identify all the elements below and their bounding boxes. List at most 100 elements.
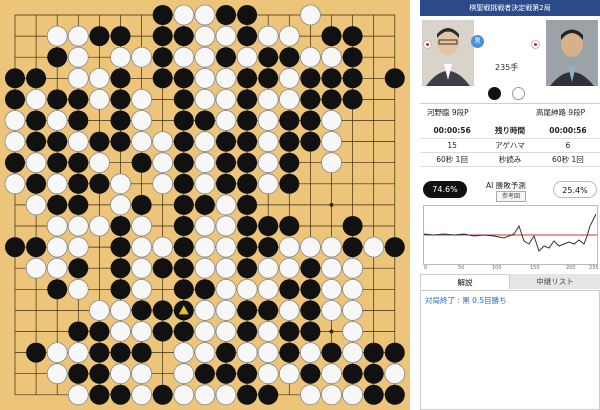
- white-stone: [321, 299, 342, 321]
- black-stone: [89, 131, 110, 152]
- axis-label: 200: [566, 265, 576, 271]
- black-stone: [5, 89, 25, 110]
- white-stone: [236, 46, 258, 68]
- white-stone: [131, 131, 153, 153]
- black-stone: [131, 300, 152, 321]
- white-captures: 6: [535, 138, 600, 153]
- white-stone: [321, 384, 342, 406]
- black-stone: [152, 68, 173, 89]
- black-stone: [237, 237, 258, 258]
- black-stone: [258, 216, 279, 236]
- player-info: 黒 235手: [420, 18, 600, 104]
- white-stone: [321, 131, 342, 153]
- white-stone: [194, 4, 216, 26]
- black-stone: [237, 321, 258, 342]
- black-stone: [110, 384, 131, 405]
- black-stone: [173, 216, 194, 236]
- black-stone: [173, 68, 194, 89]
- white-stone: [4, 173, 26, 195]
- black-stone: [173, 279, 194, 300]
- black-stone: [342, 89, 363, 110]
- white-stone: [131, 215, 153, 237]
- black-stone: [216, 363, 236, 384]
- black-stone: [216, 47, 236, 68]
- white-stone: [257, 342, 279, 364]
- turn-badge: 黒: [471, 35, 484, 48]
- black-stone: [173, 26, 194, 47]
- tab-bar: 解説 中継リスト: [420, 274, 600, 289]
- commentary-text: 対局終了 : 黒 0.5目勝ち: [425, 296, 507, 305]
- white-stone: [278, 89, 300, 110]
- white-stone: [299, 236, 321, 258]
- black-captures: 15: [420, 138, 485, 153]
- white-stone: [215, 194, 237, 216]
- white-stone: [25, 194, 47, 216]
- black-stone: [47, 279, 68, 300]
- black-stone: [173, 173, 194, 194]
- black-stone: [279, 321, 300, 342]
- black-stone: [194, 110, 215, 131]
- white-stone: [67, 67, 89, 89]
- white-stone: [131, 257, 153, 279]
- black-stone: [152, 300, 173, 321]
- black-stone: [89, 173, 110, 194]
- go-board[interactable]: [0, 0, 410, 410]
- black-stone: [131, 194, 152, 215]
- white-stone: [4, 131, 26, 153]
- black-stone: [194, 279, 215, 300]
- black-stone: [47, 152, 68, 173]
- white-stone: [257, 152, 279, 174]
- white-stone: [321, 152, 342, 174]
- black-stone: [237, 89, 258, 110]
- black-stone: [342, 216, 363, 236]
- axis-label: 0: [424, 265, 428, 271]
- black-stone: [110, 279, 131, 300]
- white-player-photo: [546, 20, 598, 86]
- white-stone: [321, 110, 342, 131]
- black-stone: [47, 89, 68, 110]
- white-stone: [131, 321, 153, 342]
- black-stone: [173, 237, 194, 258]
- black-stone: [68, 363, 89, 384]
- black-stone: [89, 321, 110, 342]
- white-stone: [110, 299, 131, 321]
- white-stone: [152, 152, 174, 174]
- black-stone: [89, 26, 110, 47]
- black-stone: [68, 321, 89, 342]
- black-stone: [258, 300, 279, 321]
- black-stone: [110, 110, 131, 131]
- black-stone: [384, 342, 405, 363]
- black-stone: [173, 110, 194, 131]
- black-stone: [363, 363, 384, 384]
- white-stone: [110, 321, 131, 342]
- white-stone: [152, 236, 174, 258]
- black-stone: [237, 216, 258, 236]
- stats-row-captures: 15 アゲハマ 6: [420, 138, 600, 153]
- black-stone: [321, 68, 342, 89]
- black-stone: [342, 68, 363, 89]
- stats-row-time: 00:00:56 残り時間 00:00:56: [420, 124, 600, 139]
- black-stone: [5, 152, 25, 173]
- white-stone: [215, 89, 237, 110]
- white-stone: [89, 67, 110, 89]
- white-stone: [194, 131, 216, 153]
- white-stone: [131, 46, 153, 68]
- black-stone: [258, 237, 279, 258]
- black-stone: [279, 342, 300, 363]
- white-stone: [89, 152, 110, 174]
- reference-button[interactable]: 参考図: [496, 191, 526, 202]
- black-stone: [216, 173, 236, 194]
- tab-relay-list[interactable]: 中継リスト: [510, 274, 600, 289]
- white-stone: [299, 384, 321, 406]
- white-stone: [46, 257, 68, 279]
- white-stone: [215, 236, 237, 258]
- black-stone: [26, 173, 47, 194]
- black-stone: [26, 237, 47, 258]
- white-stone: [194, 173, 216, 195]
- tab-commentary[interactable]: 解説: [420, 274, 510, 289]
- white-stone: [342, 257, 364, 279]
- black-stone: [152, 26, 173, 47]
- black-stone: [300, 89, 321, 110]
- black-stone: [258, 68, 279, 89]
- black-stone: [300, 258, 321, 279]
